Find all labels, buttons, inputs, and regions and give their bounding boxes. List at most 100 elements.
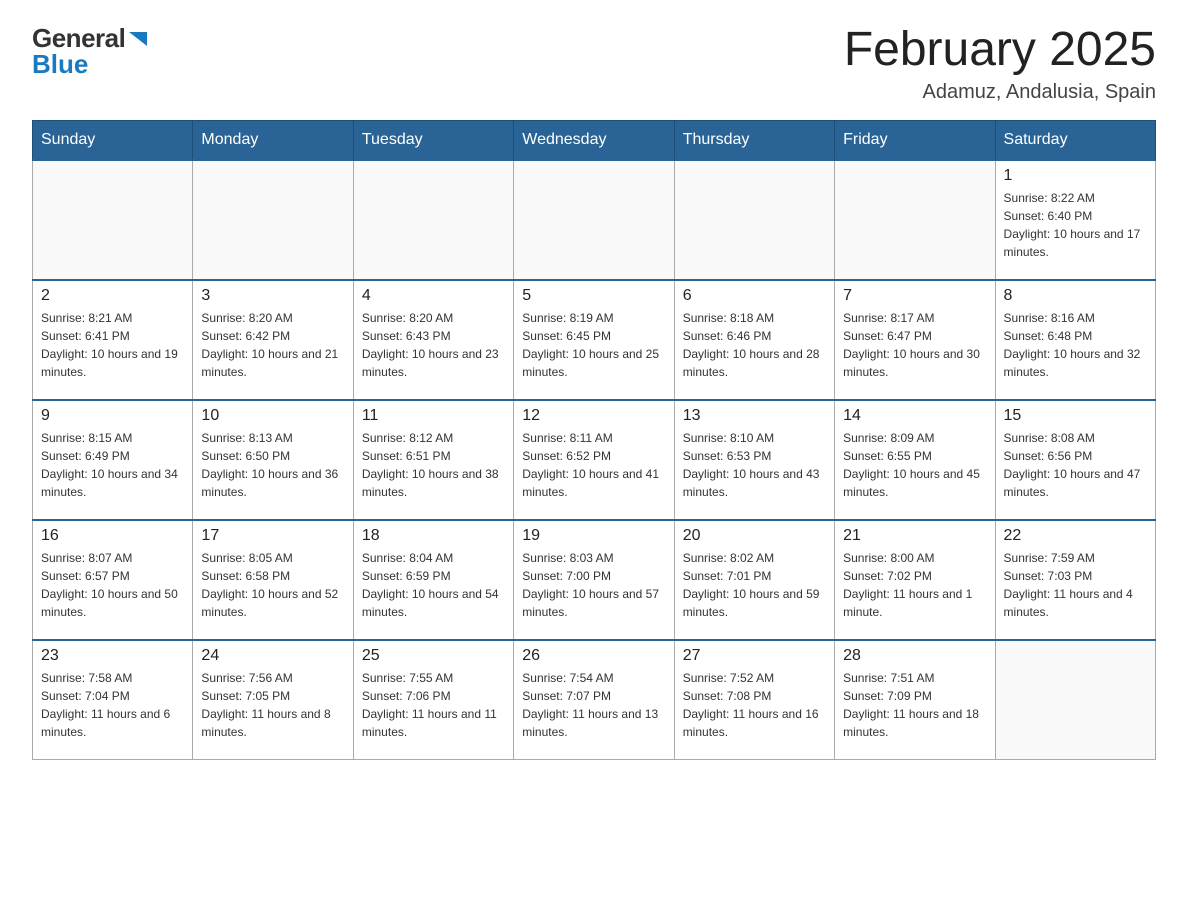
day-info: Sunrise: 8:10 AM Sunset: 6:53 PM Dayligh… [683, 429, 826, 501]
day-info: Sunrise: 7:52 AM Sunset: 7:08 PM Dayligh… [683, 669, 826, 741]
day-info: Sunrise: 7:59 AM Sunset: 7:03 PM Dayligh… [1004, 549, 1147, 621]
day-number: 8 [1004, 287, 1147, 305]
day-number: 1 [1004, 167, 1147, 185]
calendar-cell: 21 Sunrise: 8:00 AM Sunset: 7:02 PM Dayli… [835, 520, 995, 640]
week-row-5: 23 Sunrise: 7:58 AM Sunset: 7:04 PM Dayli… [33, 640, 1156, 760]
week-row-3: 9 Sunrise: 8:15 AM Sunset: 6:49 PM Daylig… [33, 400, 1156, 520]
day-info: Sunrise: 7:55 AM Sunset: 7:06 PM Dayligh… [362, 669, 505, 741]
calendar-cell: 17 Sunrise: 8:05 AM Sunset: 6:58 PM Dayli… [193, 520, 353, 640]
calendar-cell [193, 160, 353, 280]
day-number: 7 [843, 287, 986, 305]
day-number: 22 [1004, 527, 1147, 545]
calendar-cell: 16 Sunrise: 8:07 AM Sunset: 6:57 PM Dayli… [33, 520, 193, 640]
day-info: Sunrise: 8:12 AM Sunset: 6:51 PM Dayligh… [362, 429, 505, 501]
day-number: 11 [362, 407, 505, 425]
day-number: 3 [201, 287, 344, 305]
calendar-cell: 25 Sunrise: 7:55 AM Sunset: 7:06 PM Dayli… [353, 640, 513, 760]
week-row-4: 16 Sunrise: 8:07 AM Sunset: 6:57 PM Dayli… [33, 520, 1156, 640]
day-number: 6 [683, 287, 826, 305]
calendar-cell: 9 Sunrise: 8:15 AM Sunset: 6:49 PM Daylig… [33, 400, 193, 520]
day-info: Sunrise: 8:15 AM Sunset: 6:49 PM Dayligh… [41, 429, 184, 501]
day-number: 4 [362, 287, 505, 305]
day-number: 17 [201, 527, 344, 545]
day-info: Sunrise: 8:02 AM Sunset: 7:01 PM Dayligh… [683, 549, 826, 621]
day-number: 15 [1004, 407, 1147, 425]
calendar-cell: 7 Sunrise: 8:17 AM Sunset: 6:47 PM Daylig… [835, 280, 995, 400]
logo-wordmark: General Blue [32, 24, 149, 80]
day-number: 16 [41, 527, 184, 545]
col-tuesday: Tuesday [353, 120, 513, 160]
day-info: Sunrise: 8:09 AM Sunset: 6:55 PM Dayligh… [843, 429, 986, 501]
title-block: February 2025 Adamuz, Andalusia, Spain [844, 24, 1156, 104]
calendar-cell: 14 Sunrise: 8:09 AM Sunset: 6:55 PM Dayli… [835, 400, 995, 520]
calendar-title: February 2025 [844, 24, 1156, 77]
logo: General Blue [32, 24, 149, 80]
day-number: 12 [522, 407, 665, 425]
calendar-cell: 3 Sunrise: 8:20 AM Sunset: 6:42 PM Daylig… [193, 280, 353, 400]
calendar-cell: 11 Sunrise: 8:12 AM Sunset: 6:51 PM Dayli… [353, 400, 513, 520]
calendar-cell: 10 Sunrise: 8:13 AM Sunset: 6:50 PM Dayli… [193, 400, 353, 520]
col-saturday: Saturday [995, 120, 1155, 160]
day-number: 18 [362, 527, 505, 545]
day-number: 21 [843, 527, 986, 545]
calendar-cell [674, 160, 834, 280]
weekday-header-row: Sunday Monday Tuesday Wednesday Thursday… [33, 120, 1156, 160]
calendar-table: Sunday Monday Tuesday Wednesday Thursday… [32, 120, 1156, 761]
day-number: 13 [683, 407, 826, 425]
calendar-cell [995, 640, 1155, 760]
day-info: Sunrise: 8:05 AM Sunset: 6:58 PM Dayligh… [201, 549, 344, 621]
day-number: 9 [41, 407, 184, 425]
day-info: Sunrise: 8:18 AM Sunset: 6:46 PM Dayligh… [683, 309, 826, 381]
calendar-cell: 15 Sunrise: 8:08 AM Sunset: 6:56 PM Dayli… [995, 400, 1155, 520]
calendar-cell: 27 Sunrise: 7:52 AM Sunset: 7:08 PM Dayli… [674, 640, 834, 760]
day-number: 25 [362, 647, 505, 665]
day-number: 28 [843, 647, 986, 665]
day-info: Sunrise: 8:22 AM Sunset: 6:40 PM Dayligh… [1004, 189, 1147, 261]
calendar-cell: 22 Sunrise: 7:59 AM Sunset: 7:03 PM Dayli… [995, 520, 1155, 640]
day-number: 2 [41, 287, 184, 305]
col-thursday: Thursday [674, 120, 834, 160]
calendar-cell: 18Sunrise: 8:04 AM Sunset: 6:59 PM Dayli… [353, 520, 513, 640]
logo-triangle-icon [127, 28, 149, 50]
day-number: 26 [522, 647, 665, 665]
day-info: Sunrise: 8:20 AM Sunset: 6:43 PM Dayligh… [362, 309, 505, 381]
calendar-cell: 12 Sunrise: 8:11 AM Sunset: 6:52 PM Dayli… [514, 400, 674, 520]
day-info: Sunrise: 7:56 AM Sunset: 7:05 PM Dayligh… [201, 669, 344, 741]
day-info: Sunrise: 7:58 AM Sunset: 7:04 PM Dayligh… [41, 669, 184, 741]
calendar-cell: 24 Sunrise: 7:56 AM Sunset: 7:05 PM Dayli… [193, 640, 353, 760]
day-info: Sunrise: 8:13 AM Sunset: 6:50 PM Dayligh… [201, 429, 344, 501]
day-info: Sunrise: 8:07 AM Sunset: 6:57 PM Dayligh… [41, 549, 184, 621]
day-number: 19 [522, 527, 665, 545]
calendar-cell [33, 160, 193, 280]
calendar-cell [514, 160, 674, 280]
day-info: Sunrise: 8:08 AM Sunset: 6:56 PM Dayligh… [1004, 429, 1147, 501]
calendar-cell [835, 160, 995, 280]
calendar-cell: 28Sunrise: 7:51 AM Sunset: 7:09 PM Dayli… [835, 640, 995, 760]
calendar-cell [353, 160, 513, 280]
calendar-cell: 6 Sunrise: 8:18 AM Sunset: 6:46 PM Daylig… [674, 280, 834, 400]
day-number: 14 [843, 407, 986, 425]
calendar-cell: 4 Sunrise: 8:20 AM Sunset: 6:43 PM Daylig… [353, 280, 513, 400]
day-info: Sunrise: 8:00 AM Sunset: 7:02 PM Dayligh… [843, 549, 986, 621]
col-monday: Monday [193, 120, 353, 160]
col-wednesday: Wednesday [514, 120, 674, 160]
day-number: 10 [201, 407, 344, 425]
page-header: General Blue February 2025 Adamuz, Andal… [32, 24, 1156, 104]
day-info: Sunrise: 8:20 AM Sunset: 6:42 PM Dayligh… [201, 309, 344, 381]
day-number: 23 [41, 647, 184, 665]
week-row-2: 2 Sunrise: 8:21 AM Sunset: 6:41 PM Daylig… [33, 280, 1156, 400]
day-number: 20 [683, 527, 826, 545]
calendar-cell: 13 Sunrise: 8:10 AM Sunset: 6:53 PM Dayli… [674, 400, 834, 520]
day-number: 24 [201, 647, 344, 665]
calendar-subtitle: Adamuz, Andalusia, Spain [844, 81, 1156, 104]
day-number: 27 [683, 647, 826, 665]
week-row-1: 1 Sunrise: 8:22 AM Sunset: 6:40 PM Daylig… [33, 160, 1156, 280]
day-info: Sunrise: 8:21 AM Sunset: 6:41 PM Dayligh… [41, 309, 184, 381]
day-info: Sunrise: 8:11 AM Sunset: 6:52 PM Dayligh… [522, 429, 665, 501]
col-sunday: Sunday [33, 120, 193, 160]
calendar-cell: 1 Sunrise: 8:22 AM Sunset: 6:40 PM Daylig… [995, 160, 1155, 280]
calendar-cell: 19Sunrise: 8:03 AM Sunset: 7:00 PM Dayli… [514, 520, 674, 640]
calendar-cell: 2 Sunrise: 8:21 AM Sunset: 6:41 PM Daylig… [33, 280, 193, 400]
col-friday: Friday [835, 120, 995, 160]
day-info: Sunrise: 8:17 AM Sunset: 6:47 PM Dayligh… [843, 309, 986, 381]
